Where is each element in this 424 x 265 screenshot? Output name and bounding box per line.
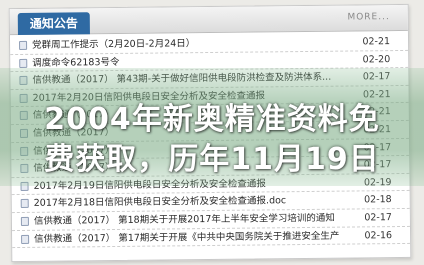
notice-row[interactable]: 信供教通（2017） 第17期关于开展《中共中央国务院关于推进安全生产... 02… xyxy=(12,226,411,249)
document-icon xyxy=(21,234,30,244)
more-link[interactable]: MORE... xyxy=(347,12,389,22)
document-icon xyxy=(19,40,28,50)
notice-date: 02-18 xyxy=(364,194,392,206)
notice-title[interactable]: 信供教通（2017） 第17期关于开展《中共中央国务院关于推进安全生产... xyxy=(34,228,339,247)
notice-date: 02-17 xyxy=(364,212,392,224)
overlay-headline-line2: 费获取，历年11月19日 xyxy=(44,142,380,177)
document-icon xyxy=(20,216,29,226)
notice-tab[interactable]: 通知公告 xyxy=(17,12,90,36)
document-icon xyxy=(20,199,29,209)
notice-date: 02-21 xyxy=(362,36,391,48)
notice-date: 02-16 xyxy=(364,229,393,241)
notice-date: 02-20 xyxy=(362,53,391,65)
notice-header: 通知公告 MORE... xyxy=(9,4,408,36)
overlay-headline-line1: 2004年新奥精准资料免 xyxy=(44,102,380,137)
document-icon xyxy=(19,58,28,68)
